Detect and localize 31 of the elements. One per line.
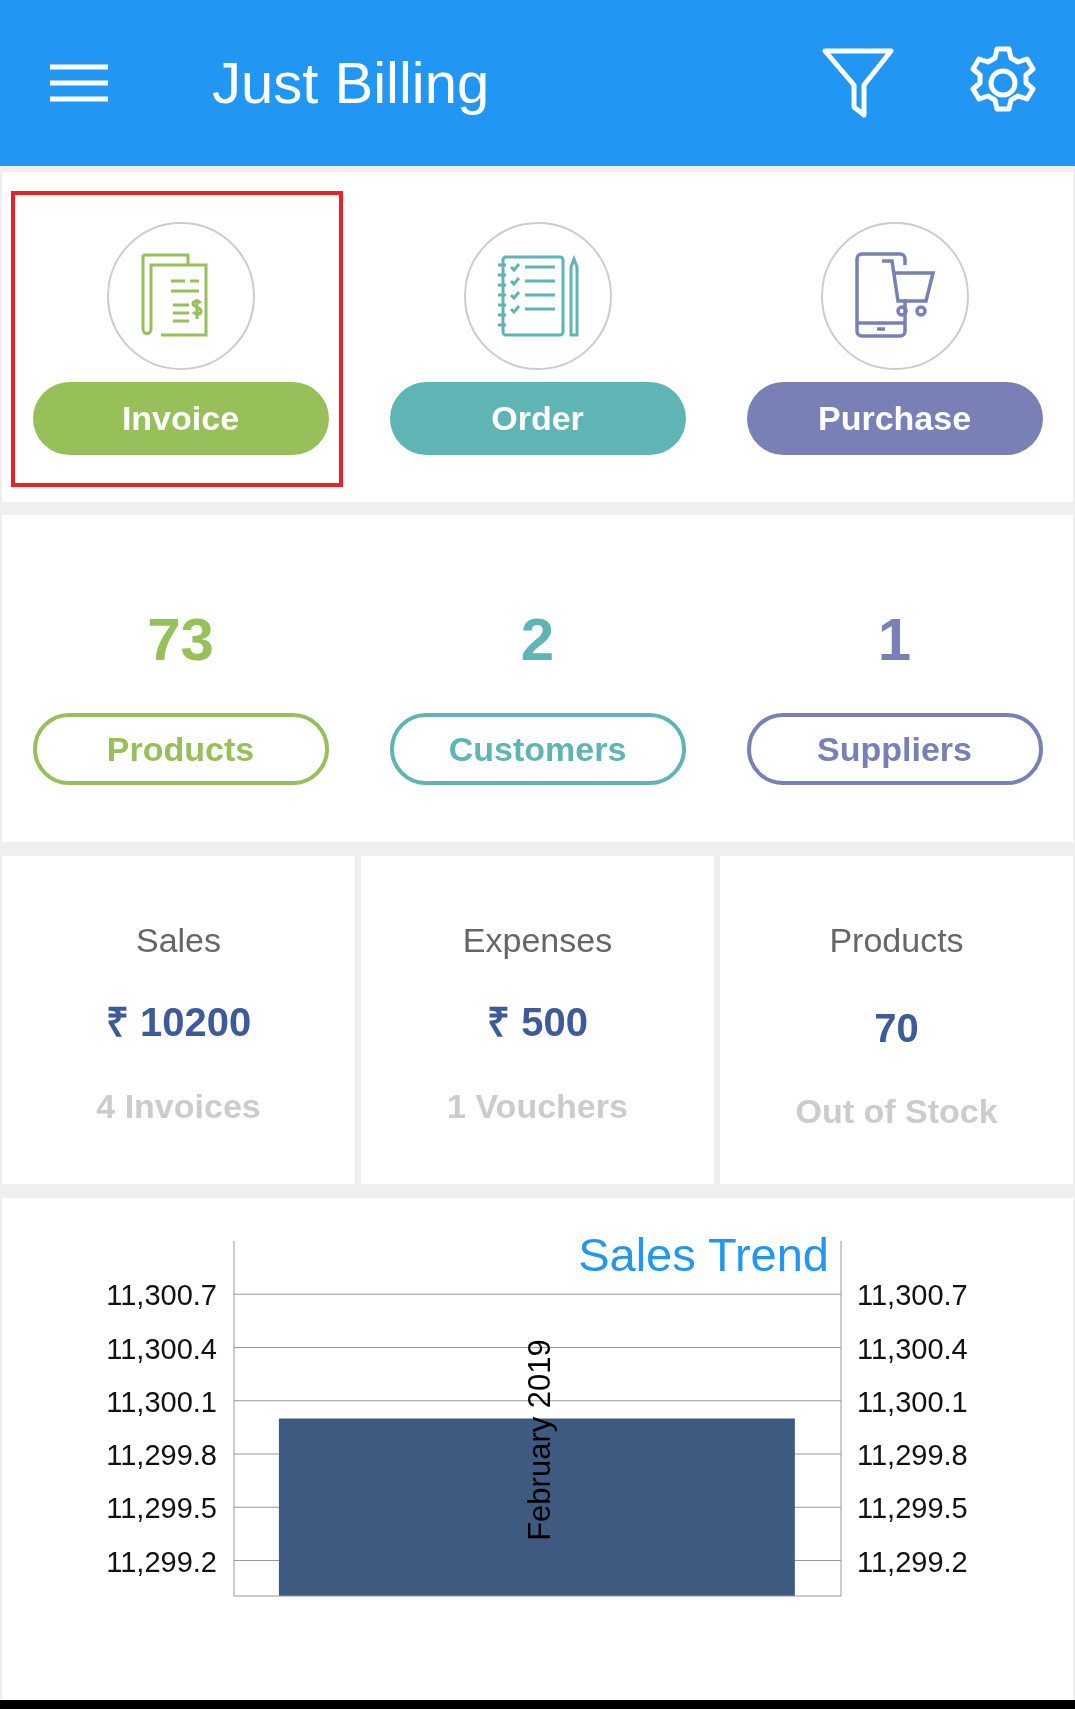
axis-tick-label: 11,299.2 [106, 1545, 217, 1578]
summary-value: 70 [874, 1005, 919, 1051]
summary-value: ₹ 10200 [105, 999, 252, 1045]
axis-tick-label: 11,300.7 [857, 1279, 968, 1312]
filter-icon[interactable] [822, 47, 894, 119]
count-button[interactable]: Products [32, 713, 329, 785]
axis-tick-label: 11,299.5 [106, 1492, 217, 1525]
action-button[interactable]: Purchase [746, 382, 1043, 455]
summary-title: Expenses [462, 920, 613, 960]
menu-icon[interactable] [50, 64, 108, 102]
count-number: 2 [520, 605, 555, 675]
axis-tick-label: 11,299.8 [857, 1439, 968, 1471]
axis-tick-label: 11,300.4 [857, 1332, 968, 1365]
action-button[interactable]: Invoice [32, 382, 329, 455]
summary-value: ₹ 500 [487, 999, 588, 1045]
count-button[interactable]: Suppliers [746, 713, 1043, 785]
axis-tick-label: 11,299.5 [857, 1492, 968, 1525]
axis-tick-label: 11,299.8 [106, 1439, 217, 1471]
count-number: 73 [147, 605, 214, 675]
summary-title: Products [829, 920, 964, 960]
chart-title: Sales Trend [578, 1228, 829, 1281]
action-button[interactable]: Order [389, 382, 686, 455]
axis-tick-label: 11,300.4 [106, 1332, 217, 1365]
category-label: February 2019 [521, 1339, 557, 1541]
summary-title: Sales [135, 920, 222, 960]
count-button[interactable]: Customers [389, 713, 686, 785]
axis-tick-label: 11,299.2 [857, 1545, 968, 1578]
axis-tick-label: 11,300.7 [106, 1279, 217, 1312]
axis-tick-label: 11,300.1 [106, 1385, 217, 1418]
count-number: 1 [877, 605, 912, 675]
axis-tick-label: 11,300.1 [857, 1385, 968, 1418]
